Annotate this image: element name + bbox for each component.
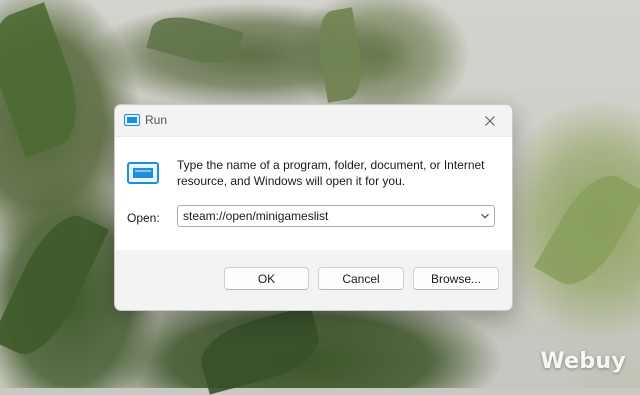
browse-button[interactable]: Browse... [413,267,499,290]
plant-leaf [534,163,640,297]
instruction-text: Type the name of a program, folder, docu… [177,158,485,188]
watermark-logo: Webuy [540,349,626,374]
plant-leaf [0,2,92,158]
open-combobox[interactable] [177,205,495,227]
run-icon [127,162,159,184]
dialog-footer: OK Cancel Browse... [115,250,512,310]
ok-button[interactable]: OK [224,267,309,290]
plant-leaf [0,204,109,366]
window-title: Run [145,113,168,127]
plant-leaf [146,9,244,71]
dialog-content: Type the name of a program, folder, docu… [115,136,512,250]
title-bar[interactable]: Run [115,105,512,136]
plant-leaf [312,7,368,103]
plant-leaf [194,305,326,395]
open-label: Open: [127,211,160,225]
cancel-button[interactable]: Cancel [318,267,404,290]
chevron-down-icon[interactable] [480,211,490,221]
open-input[interactable] [183,206,473,226]
run-icon [124,114,140,126]
run-dialog: Run Type the name of a program, folder, … [114,104,513,311]
close-icon [485,115,495,126]
close-button[interactable] [468,105,512,136]
